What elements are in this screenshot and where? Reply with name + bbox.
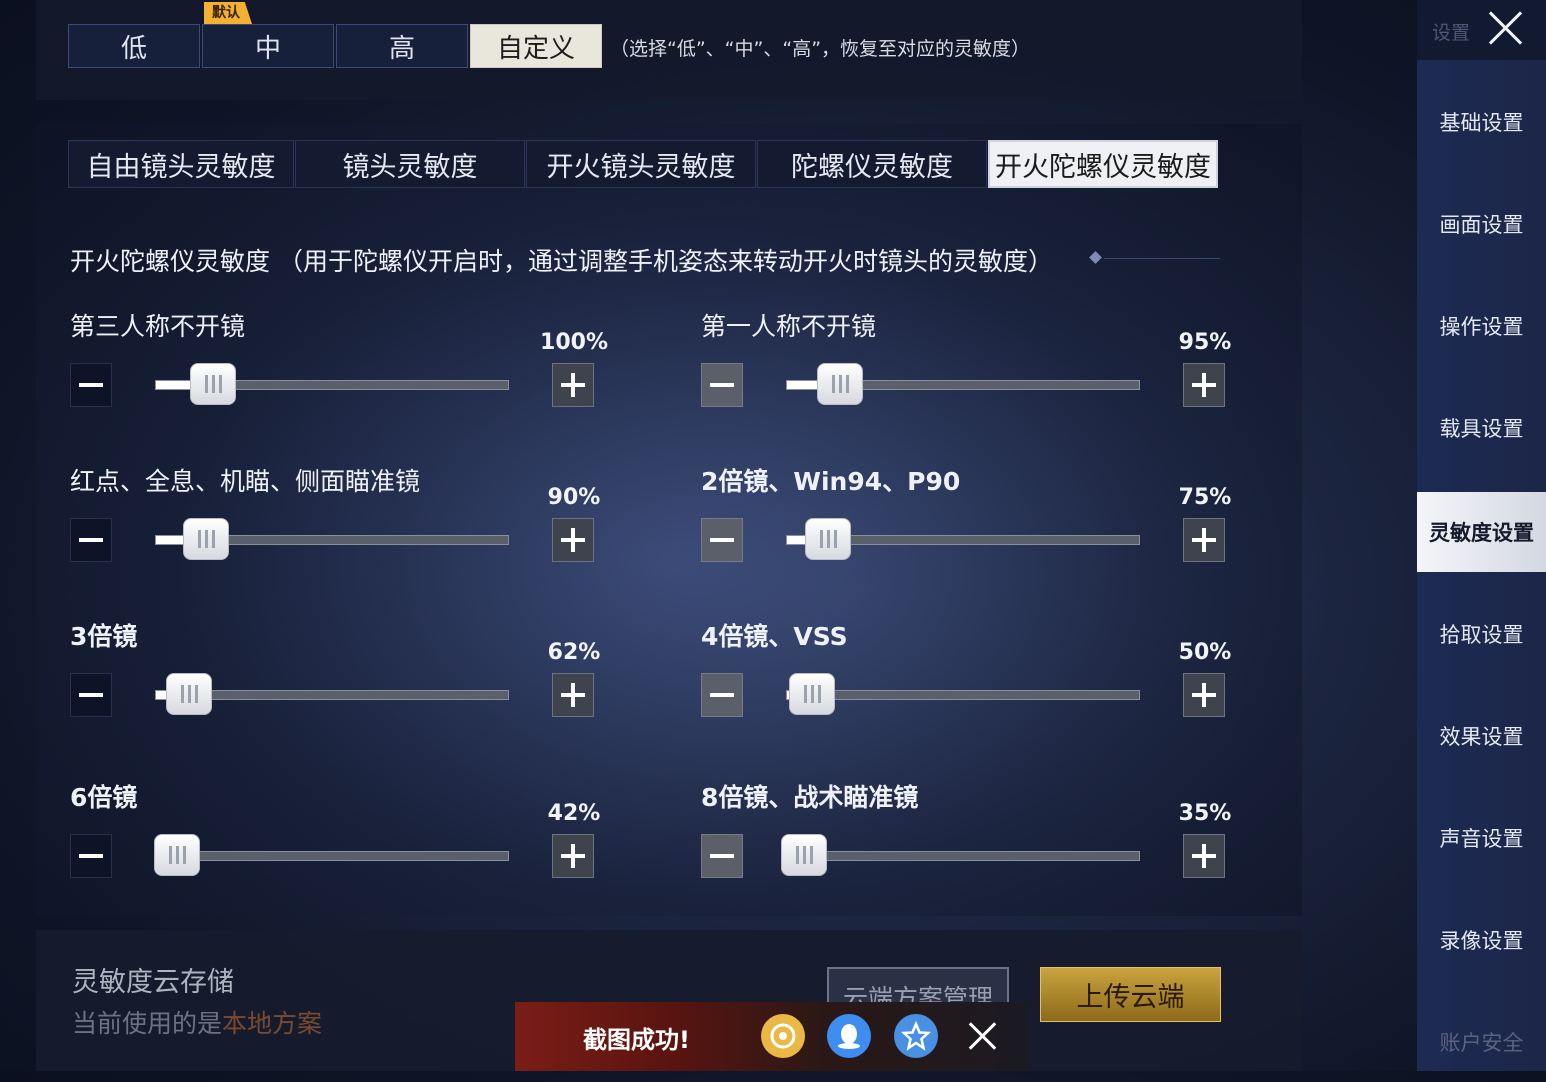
preset-custom-button[interactable]: 自定义 [470,24,602,68]
tab-camera[interactable]: 镜头灵敏度 [295,140,525,188]
increase-button[interactable] [552,363,594,407]
sidebar-item-account[interactable]: 账户安全 [1417,1002,1546,1082]
slider-thumb[interactable] [183,518,229,560]
slider-fill [156,536,184,544]
slider-thumb[interactable] [166,673,212,715]
minus-icon [79,854,103,858]
increase-button[interactable] [552,834,594,878]
tab-free-camera[interactable]: 自由镜头灵敏度 [68,140,294,188]
decrease-button[interactable] [701,673,743,717]
section-divider [1104,258,1220,259]
slider-label: 第一人称不开镜 [701,312,877,341]
slider-value: 90% [547,485,601,510]
increase-button[interactable] [552,518,594,562]
slider-fill [787,536,807,544]
minus-icon [79,538,103,542]
default-badge: 默认 [204,2,252,24]
slider-track[interactable] [786,518,1140,560]
decrease-button[interactable] [701,518,743,562]
preset-low-button[interactable]: 低 [68,24,200,68]
slider-track[interactable] [786,363,1140,405]
tab-fire-gyroscope[interactable]: 开火陀螺仪灵敏度 [988,140,1218,188]
close-icon[interactable] [1486,8,1526,48]
cloud-storage-title: 灵敏度云存储 [72,967,234,998]
preset-high-button[interactable]: 高 [336,24,468,68]
slider-value: 95% [1178,330,1232,355]
sidebar-item-graphics[interactable]: 画面设置 [1417,184,1546,264]
slider-label: 6倍镜 [70,783,138,812]
preset-group: 低 中 高 自定义 [68,24,604,68]
slider-label: 8倍镜、战术瞄准镜 [701,783,919,812]
screenshot-toast: 截图成功! [515,1002,1030,1071]
slider-label: 4倍镜、VSS [701,622,848,651]
slider-track[interactable] [155,518,509,560]
slider-thumb[interactable] [781,834,827,876]
slider-track[interactable] [786,673,1140,715]
slider-track[interactable] [154,834,509,876]
slider-thumb[interactable] [817,363,863,405]
slider-value: 42% [547,801,601,826]
slider-track[interactable] [155,363,509,405]
section-title: 开火陀螺仪灵敏度 （用于陀螺仪开启时，通过调整手机姿态来转动开火时镜头的灵敏度） [70,247,1053,276]
preset-medium-button[interactable]: 中 [202,24,334,68]
minus-icon [710,854,734,858]
sidebar-item-pickup[interactable]: 拾取设置 [1417,594,1546,674]
decrease-button[interactable] [70,834,112,878]
tab-gyroscope[interactable]: 陀螺仪灵敏度 [757,140,987,188]
slider-thumb[interactable] [190,363,236,405]
minus-icon [710,538,734,542]
slider-label: 3倍镜 [70,622,138,651]
decrease-button[interactable] [70,673,112,717]
minus-icon [79,693,103,697]
decrease-button[interactable] [70,518,112,562]
sidebar-item-sound[interactable]: 声音设置 [1417,798,1546,878]
sidebar-item-replay[interactable]: 录像设置 [1417,900,1546,980]
cloud-storage-status: 当前使用的是本地方案 [72,1004,322,1040]
increase-button[interactable] [552,673,594,717]
qq-icon[interactable] [827,1014,871,1058]
increase-button[interactable] [1183,518,1225,562]
minus-icon [710,693,734,697]
slider-fill [156,381,190,389]
increase-button[interactable] [1183,673,1225,717]
slider-label: 红点、全息、机瞄、侧面瞄准镜 [70,467,421,496]
cloud-upload-button[interactable]: 上传云端 [1040,967,1221,1022]
slider-fill [787,381,819,389]
slider-track[interactable] [155,673,509,715]
sidebar-item-vehicle[interactable]: 载具设置 [1417,388,1546,468]
status-prefix: 当前使用的是 [72,1009,223,1038]
toast-message: 截图成功! [583,1026,690,1054]
decrease-button[interactable] [701,834,743,878]
qzone-icon[interactable] [894,1014,938,1058]
slider-value: 35% [1178,801,1232,826]
slider-thumb[interactable] [789,673,835,715]
sidebar-title: 设置 [1432,22,1471,44]
toast-close-icon[interactable] [965,1018,1001,1054]
increase-button[interactable] [1183,363,1225,407]
preset-hint: （选择“低”、“中”、“高”，恢复至对应的灵敏度） [610,38,1031,60]
sidebar-item-effects[interactable]: 效果设置 [1417,696,1546,776]
slider-track[interactable] [781,834,1140,876]
slider-label: 2倍镜、Win94、P90 [701,467,961,496]
slider-label: 第三人称不开镜 [70,312,246,341]
sidebar-item-controls[interactable]: 操作设置 [1417,286,1546,366]
slider-value: 100% [540,330,608,355]
minus-icon [710,383,734,387]
slider-thumb[interactable] [805,518,851,560]
tab-fire-camera[interactable]: 开火镜头灵敏度 [526,140,756,188]
slider-value: 50% [1178,640,1232,665]
decrease-button[interactable] [70,363,112,407]
slider-value: 75% [1178,485,1232,510]
gamecenter-icon[interactable] [761,1014,805,1058]
slider-thumb[interactable] [154,834,200,876]
sensitivity-tabs: 自由镜头灵敏度 镜头灵敏度 开火镜头灵敏度 陀螺仪灵敏度 开火陀螺仪灵敏度 [68,140,1219,188]
minus-icon [79,383,103,387]
slider-value: 62% [547,640,601,665]
sidebar-item-basic[interactable]: 基础设置 [1417,82,1546,162]
sidebar-item-sensitivity[interactable]: 灵敏度设置 [1417,492,1546,572]
status-scheme: 本地方案 [222,1009,323,1038]
increase-button[interactable] [1183,834,1225,878]
decrease-button[interactable] [701,363,743,407]
